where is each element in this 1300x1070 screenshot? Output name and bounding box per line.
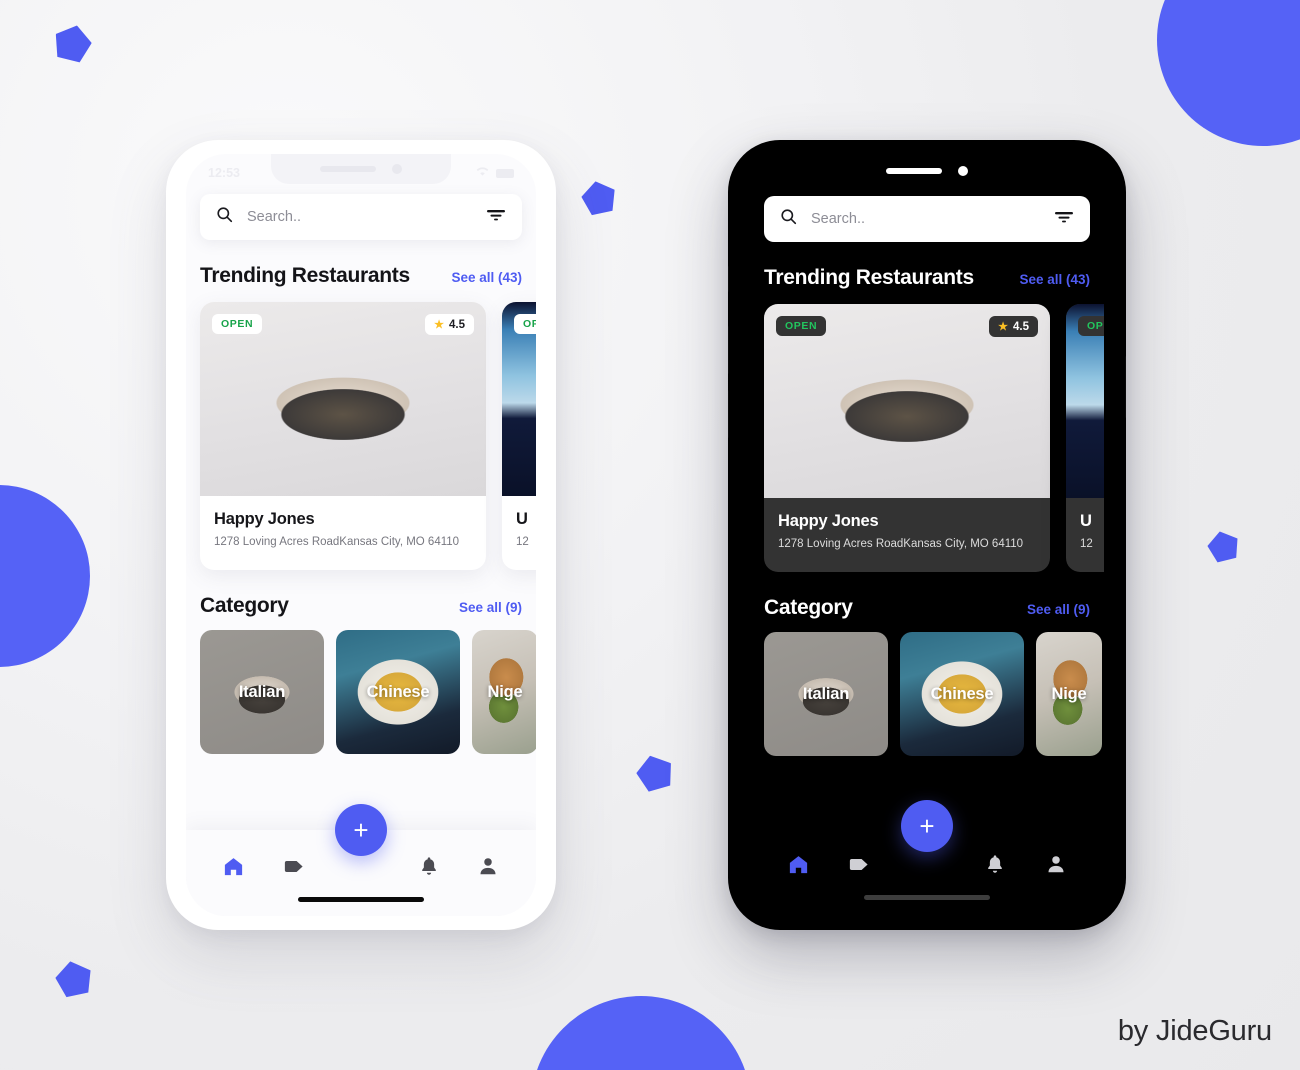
search-icon [216,206,233,228]
add-button[interactable]: + [335,804,387,856]
category-label: Chinese [930,684,994,703]
category-card-nigerian[interactable]: Nige [1036,632,1102,756]
restaurant-card-body: Happy Jones 1278 Loving Acres RoadKansas… [764,498,1050,572]
category-label: Nige [1051,684,1087,703]
plus-icon: + [919,811,935,841]
category-label: Chinese [366,682,430,701]
screen-dark: 12:53 Search.. Trending Restaurants See … [750,156,1104,914]
restaurant-name: U [1080,512,1092,530]
filter-icon[interactable] [486,208,506,227]
category-card-italian[interactable]: Italian [200,630,324,754]
home-icon[interactable] [785,851,811,877]
category-section-header: Category See all (9) [750,572,1104,620]
see-all-trending-link[interactable]: See all (43) [1019,272,1090,287]
restaurant-address: 12 [516,536,529,548]
star-icon: ★ [998,321,1008,333]
restaurant-image: OP [502,302,536,496]
rating-badge: ★ 4.5 [425,314,474,335]
filter-icon[interactable] [1054,210,1074,229]
search-input[interactable]: Search.. [247,209,472,225]
star-icon: ★ [434,319,444,331]
restaurant-image: OPEN ★ 4.5 [200,302,486,496]
app-content: Search.. Trending Restaurants See all (4… [186,154,536,916]
home-icon[interactable] [221,853,247,879]
bell-icon[interactable] [416,853,442,879]
status-badge: OPEN [212,314,263,334]
category-label: Italian [238,682,286,701]
page-title: Trending Restaurants [764,266,974,289]
category-card-nigerian[interactable]: Nige [472,630,536,754]
screen-light: 12:53 Search.. Trending Restaurants See … [186,154,536,916]
category-card-italian[interactable]: Italian [764,632,888,756]
restaurant-address: 12 [1080,538,1093,550]
restaurant-card[interactable]: OP U 12 [502,302,536,570]
trending-rail[interactable]: OPEN ★ 4.5 Happy Jones 1278 Loving Acres… [750,290,1104,572]
restaurant-card-body: U 12 [502,496,536,570]
rating-value: 4.5 [1013,320,1029,333]
restaurant-card[interactable]: OPEN ★ 4.5 Happy Jones 1278 Loving Acres… [764,304,1050,572]
restaurant-card-body: Happy Jones 1278 Loving Acres RoadKansas… [200,496,486,570]
silent-switch-button[interactable] [728,266,729,292]
category-rail[interactable]: Italian Chinese Nige [186,618,536,754]
status-badge: OP [1078,316,1104,336]
rating-value: 4.5 [449,318,465,331]
search-input[interactable]: Search.. [811,211,1040,227]
restaurant-name: U [516,510,528,528]
restaurant-image: OPEN ★ 4.5 [764,304,1050,498]
restaurant-card[interactable]: OPEN ★ 4.5 Happy Jones 1278 Loving Acres… [200,302,486,570]
restaurant-address: 1278 Loving Acres RoadKansas City, MO 64… [778,538,1024,550]
power-button[interactable] [1125,356,1126,418]
trending-section-header: Trending Restaurants See all (43) [186,240,536,288]
search-bar[interactable]: Search.. [764,196,1090,242]
restaurant-image: OP [1066,304,1104,498]
tag-icon[interactable] [280,853,306,879]
bell-icon[interactable] [982,851,1008,877]
page-title: Trending Restaurants [200,264,410,287]
see-all-trending-link[interactable]: See all (43) [451,270,522,285]
home-indicator [298,897,424,902]
category-section-header: Category See all (9) [186,570,536,618]
category-card-chinese[interactable]: Chinese [336,630,460,754]
person-icon[interactable] [1043,851,1069,877]
plus-icon: + [353,815,369,845]
status-badge: OP [514,314,536,334]
category-card-chinese[interactable]: Chinese [900,632,1024,756]
trending-section-header: Trending Restaurants See all (43) [750,242,1104,290]
app-content: Search.. Trending Restaurants See all (4… [750,156,1104,914]
phone-light: 12:53 Search.. Trending Restaurants See … [166,140,556,930]
trending-rail[interactable]: OPEN ★ 4.5 Happy Jones 1278 Loving Acres… [186,288,536,570]
restaurant-name: Happy Jones [778,512,879,530]
restaurant-card-body: U 12 [1066,498,1104,572]
search-bar[interactable]: Search.. [200,194,522,240]
see-all-category-link[interactable]: See all (9) [459,600,522,615]
section-title-category: Category [764,596,853,619]
restaurant-address: 1278 Loving Acres RoadKansas City, MO 64… [214,536,460,548]
watermark: by JideGuru [1117,1015,1272,1047]
volume-up-button[interactable] [728,326,729,374]
tag-icon[interactable] [846,851,872,877]
section-title-category: Category [200,594,289,617]
category-rail[interactable]: Italian Chinese Nige [750,620,1104,756]
person-icon[interactable] [475,853,501,879]
add-button[interactable]: + [901,800,953,852]
volume-down-button[interactable] [728,390,729,438]
search-icon [780,208,797,230]
home-indicator [864,895,990,900]
restaurant-name: Happy Jones [214,510,315,528]
category-label: Nige [487,682,523,701]
restaurant-card[interactable]: OP U 12 [1066,304,1104,572]
category-label: Italian [802,684,850,703]
status-badge: OPEN [776,316,827,336]
rating-badge: ★ 4.5 [989,316,1038,337]
see-all-category-link[interactable]: See all (9) [1027,602,1090,617]
phone-dark: 12:53 Search.. Trending Restaurants See … [728,140,1126,930]
